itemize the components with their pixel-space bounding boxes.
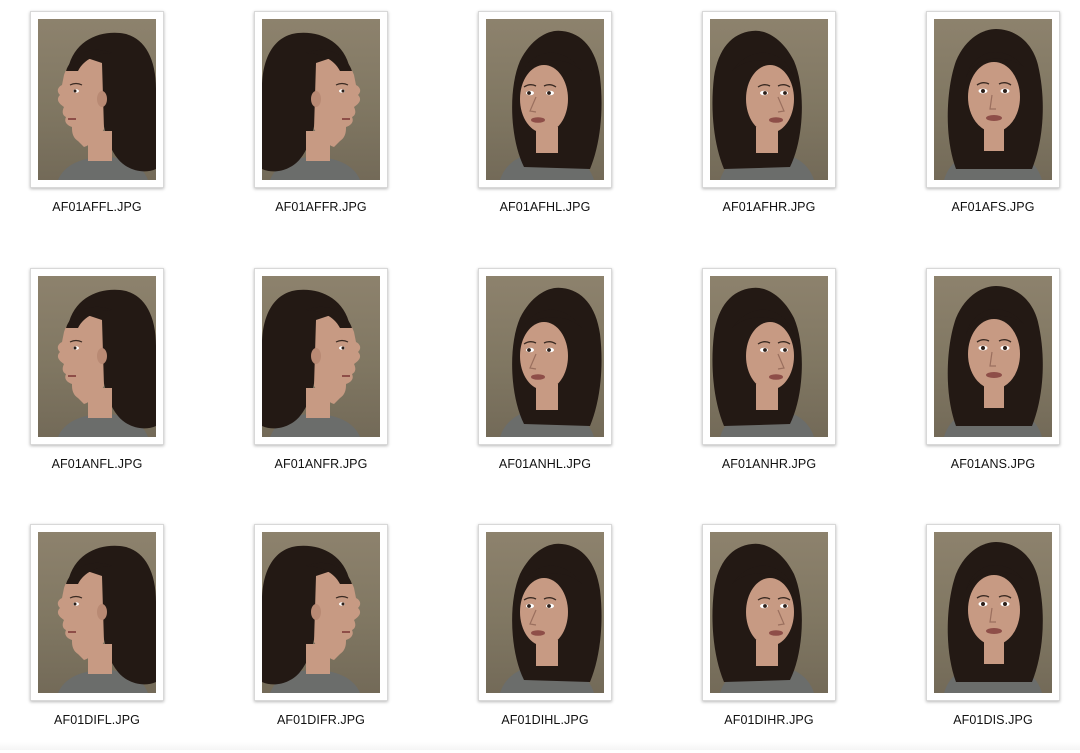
file-thumbnail[interactable] (926, 524, 1060, 701)
file-thumbnail[interactable] (30, 11, 164, 188)
file-name-label[interactable]: AF01DIHR.JPG (682, 713, 856, 727)
face-photo (710, 19, 828, 180)
file-name-label[interactable]: AF01DIFR.JPG (234, 713, 408, 727)
portrait-illustration (712, 543, 814, 693)
face-photo (710, 532, 828, 693)
file-thumbnail[interactable] (254, 268, 388, 445)
file-thumbnail[interactable] (702, 268, 836, 445)
file-item[interactable]: AF01DIHL.JPG (458, 513, 648, 753)
portrait-illustration (262, 545, 361, 693)
file-thumbnail[interactable] (254, 11, 388, 188)
file-name-label[interactable]: AF01AFS.JPG (906, 200, 1080, 214)
file-name-label[interactable]: AF01ANFL.JPG (10, 457, 184, 471)
file-thumbnail[interactable] (478, 524, 612, 701)
file-item[interactable]: AF01ANFL.JPG (10, 257, 200, 497)
file-name-label[interactable]: AF01ANFR.JPG (234, 457, 408, 471)
file-item[interactable]: AF01DIFR.JPG (234, 513, 424, 753)
file-item[interactable]: AF01AFHR.JPG (682, 0, 872, 240)
file-item[interactable]: AF01DIFL.JPG (10, 513, 200, 753)
file-item[interactable]: AF01DIHR.JPG (682, 513, 872, 753)
file-thumbnail[interactable] (254, 524, 388, 701)
face-photo (934, 532, 1052, 693)
portrait-illustration (500, 30, 602, 180)
file-name-label[interactable]: AF01DIFL.JPG (10, 713, 184, 727)
file-name-label[interactable]: AF01DIS.JPG (906, 713, 1080, 727)
file-item[interactable]: AF01AFFL.JPG (10, 0, 200, 240)
face-photo (262, 19, 380, 180)
file-thumbnail[interactable] (702, 11, 836, 188)
file-item[interactable]: AF01DIS.JPG (906, 513, 1080, 753)
face-photo (934, 276, 1052, 437)
portrait-illustration (262, 289, 361, 437)
face-photo (934, 19, 1052, 180)
portrait-illustration (712, 287, 814, 437)
face-photo (262, 276, 380, 437)
scroll-edge-shadow (0, 742, 1080, 750)
file-name-label[interactable]: AF01AFFL.JPG (10, 200, 184, 214)
file-name-label[interactable]: AF01DIHL.JPG (458, 713, 632, 727)
file-name-label[interactable]: AF01ANHR.JPG (682, 457, 856, 471)
portrait-illustration (944, 286, 1043, 437)
file-thumbnail[interactable] (926, 268, 1060, 445)
file-name-label[interactable]: AF01ANS.JPG (906, 457, 1080, 471)
portrait-illustration (500, 543, 602, 693)
file-thumbnail[interactable] (926, 11, 1060, 188)
file-name-label[interactable]: AF01AFFR.JPG (234, 200, 408, 214)
file-item[interactable]: AF01ANHR.JPG (682, 257, 872, 497)
file-name-label[interactable]: AF01AFHR.JPG (682, 200, 856, 214)
file-thumbnail[interactable] (478, 11, 612, 188)
portrait-illustration (57, 545, 156, 693)
portrait-illustration (57, 32, 156, 180)
face-photo (38, 276, 156, 437)
portrait-illustration (262, 32, 361, 180)
face-photo (262, 532, 380, 693)
face-photo (486, 532, 604, 693)
file-item[interactable]: AF01ANHL.JPG (458, 257, 648, 497)
face-photo (38, 19, 156, 180)
file-thumbnail[interactable] (702, 524, 836, 701)
portrait-illustration (500, 287, 602, 437)
face-photo (38, 532, 156, 693)
file-thumbnail[interactable] (30, 268, 164, 445)
portrait-illustration (944, 542, 1043, 693)
file-name-label[interactable]: AF01AFHL.JPG (458, 200, 632, 214)
file-item[interactable]: AF01ANS.JPG (906, 257, 1080, 497)
face-photo (486, 276, 604, 437)
file-item[interactable]: AF01AFFR.JPG (234, 0, 424, 240)
file-item[interactable]: AF01ANFR.JPG (234, 257, 424, 497)
file-item[interactable]: AF01AFS.JPG (906, 0, 1080, 240)
portrait-illustration (57, 289, 156, 437)
file-grid: AF01AFFL.JPG AF01AFFR.JPG AF01AFHL.JPG A… (0, 0, 1080, 750)
file-thumbnail[interactable] (30, 524, 164, 701)
portrait-illustration (712, 30, 814, 180)
file-item[interactable]: AF01AFHL.JPG (458, 0, 648, 240)
face-photo (486, 19, 604, 180)
file-name-label[interactable]: AF01ANHL.JPG (458, 457, 632, 471)
portrait-illustration (944, 29, 1043, 180)
face-photo (710, 276, 828, 437)
file-thumbnail[interactable] (478, 268, 612, 445)
